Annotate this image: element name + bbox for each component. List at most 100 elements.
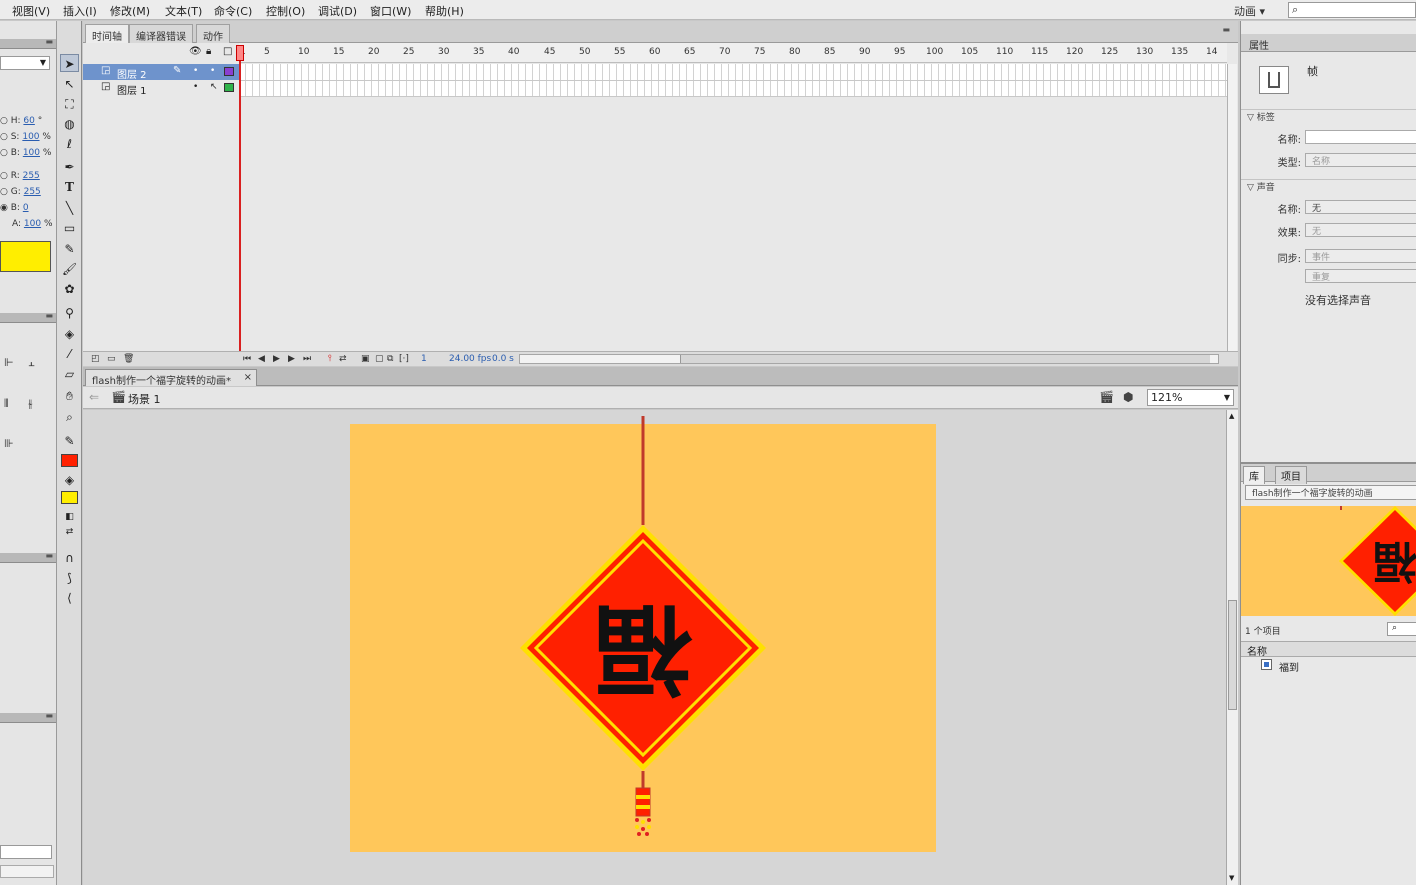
play-icon[interactable]: ▶ [273, 354, 280, 364]
panel-header[interactable]: ▬ [0, 311, 56, 323]
tab-properties[interactable]: 属性 [1249, 37, 1269, 52]
tab-actions[interactable]: 动作 [196, 24, 230, 43]
visibility-dot[interactable]: • [193, 66, 198, 76]
zoom-tool-icon[interactable]: ⌕ [60, 408, 79, 426]
layer-outline-color[interactable] [224, 83, 234, 92]
alpha-row[interactable]: A: 100 % [12, 219, 53, 229]
hand-tool-icon[interactable]: ✋︎ [60, 387, 79, 405]
repeat-dropdown[interactable]: 重复 [1305, 269, 1416, 283]
pencil-tool-icon[interactable]: ✎ [60, 240, 79, 258]
distribute-v-icon[interactable]: ⫳ [28, 397, 33, 411]
library-column-header[interactable]: 名称 [1241, 641, 1416, 658]
scene-breadcrumb[interactable]: 场景 1 [128, 391, 161, 407]
outline-all-icon[interactable]: □ [223, 46, 232, 57]
color-swatch-preview[interactable] [0, 241, 51, 272]
lasso-tool-icon[interactable]: ℓ [60, 135, 79, 153]
red-row[interactable]: ○ R: 255 [0, 171, 40, 181]
edit-multiple-frames-icon[interactable]: ⧉ [387, 354, 393, 364]
panel-menu-icon[interactable]: ▬ [1222, 25, 1230, 34]
swap-colors-icon[interactable]: ⇄ [60, 523, 79, 541]
frame-ruler[interactable]: 1 5 10 15 20 25 30 35 40 45 50 55 60 65 … [239, 43, 1227, 63]
match-size-icon[interactable]: ⊪ [4, 437, 14, 450]
edit-symbol-icon[interactable]: ⬢ [1123, 390, 1133, 404]
rectangle-tool-icon[interactable]: ▭ [60, 219, 79, 237]
layer-name[interactable]: 图层 2 [117, 66, 147, 81]
show-hide-all-icon[interactable]: 👁︎ [189, 46, 202, 57]
brightness-row[interactable]: ○ B: 100 % [0, 148, 51, 158]
center-frame-icon[interactable]: ⫯ [328, 354, 332, 364]
tab-timeline[interactable]: 时间轴 [85, 24, 129, 43]
saturation-row[interactable]: ○ S: 100 % [0, 132, 51, 142]
timeline-vertical-scrollbar[interactable] [1227, 64, 1237, 351]
section-label-header[interactable]: ▽ 标签 [1241, 109, 1416, 123]
blue-row[interactable]: ◉ B: 0 [0, 203, 29, 213]
label-type-dropdown[interactable]: 名称 [1305, 153, 1416, 167]
library-item[interactable]: 福到 [1241, 658, 1416, 674]
fill-color-swatch[interactable] [61, 491, 78, 504]
onion-outline-icon[interactable]: ▢ [375, 354, 384, 364]
menu-view[interactable]: 视图(V) [12, 3, 50, 19]
frame-grid[interactable] [239, 64, 1227, 97]
hue-row[interactable]: ○ H: 60 ° [0, 116, 42, 126]
close-icon[interactable]: × [244, 372, 252, 383]
step-back-icon[interactable]: ◀ [258, 354, 265, 364]
workspace-mode-dropdown[interactable]: 动画 ▾ [1226, 0, 1282, 19]
tab-library[interactable]: 库 [1243, 466, 1265, 484]
frame-rate[interactable]: 24.00 fps [449, 354, 491, 364]
fu-ornament[interactable]: 福 [515, 412, 771, 842]
section-sound-header[interactable]: ▽ 声音 [1241, 179, 1416, 193]
lock-dot[interactable]: • [210, 66, 215, 76]
layer-row-1[interactable]: ◲ 图层 1 • ↖ [83, 80, 239, 97]
distribute-h-icon[interactable]: ⫴ [4, 397, 9, 411]
menu-text[interactable]: 文本(T) [165, 3, 202, 19]
playhead[interactable] [236, 45, 244, 61]
menu-insert[interactable]: 插入(I) [63, 3, 97, 19]
goto-last-frame-icon[interactable]: ⏭ [303, 354, 311, 364]
visibility-dot[interactable]: • [193, 82, 198, 92]
onion-skin-icon[interactable]: ▣ [361, 354, 370, 364]
deco-tool-icon[interactable]: ✿ [60, 280, 79, 298]
bone-tool-icon[interactable]: ⚲ [60, 304, 79, 322]
menu-control[interactable]: 控制(O) [266, 3, 305, 19]
scroll-thumb[interactable] [680, 355, 1210, 363]
new-layer-icon[interactable]: ◰ [91, 354, 100, 364]
delete-layer-icon[interactable]: 🗑︎ [123, 354, 134, 364]
new-folder-icon[interactable]: ▭ [107, 354, 116, 364]
eyedropper-tool-icon[interactable]: ⁄ [60, 345, 79, 363]
color-type-dropdown[interactable]: ▼ [0, 56, 50, 70]
sync-dropdown[interactable]: 事件 [1305, 249, 1416, 263]
subselection-tool-icon[interactable]: ↖ [60, 75, 79, 93]
3d-rotation-tool-icon[interactable]: ◍ [60, 115, 79, 133]
edit-scene-icon[interactable]: 🎬︎ [1099, 390, 1114, 404]
align-bottom-icon[interactable]: ⫠ [28, 356, 35, 370]
green-row[interactable]: ○ G: 255 [0, 187, 41, 197]
color-panel-scroll[interactable] [0, 865, 54, 878]
loop-icon[interactable]: ⇄ [339, 354, 347, 364]
scroll-thumb[interactable] [1228, 600, 1237, 710]
menu-window[interactable]: 窗口(W) [370, 3, 411, 19]
menu-modify[interactable]: 修改(M) [110, 3, 150, 19]
back-arrow-icon[interactable]: ⇐ [89, 390, 99, 404]
sound-name-dropdown[interactable]: 无 [1305, 200, 1416, 214]
free-transform-tool-icon[interactable]: ⛶ [60, 95, 79, 113]
smooth-icon[interactable]: ⟆ [60, 569, 79, 587]
library-search-input[interactable]: ⌕ [1387, 622, 1416, 636]
menu-help[interactable]: 帮助(H) [425, 3, 464, 19]
layer-outline-color[interactable] [224, 67, 234, 76]
color-panel-input[interactable] [0, 845, 52, 859]
snap-magnet-icon[interactable]: ∩ [60, 549, 79, 567]
modify-markers-icon[interactable]: [·] [399, 354, 409, 364]
lock-all-icon[interactable]: 🔒︎ [206, 46, 211, 57]
help-search-input[interactable]: ⌕ [1288, 2, 1416, 18]
layer-row-2[interactable]: ◲ 图层 2 ✎ • • [83, 64, 239, 81]
menu-debug[interactable]: 调试(D) [318, 3, 357, 19]
paint-bucket-tool-icon[interactable]: ◈ [60, 325, 79, 343]
eraser-tool-icon[interactable]: ▱ [60, 365, 79, 383]
panel-header[interactable]: ▬ [0, 711, 56, 723]
label-name-input[interactable] [1305, 130, 1416, 144]
menu-commands[interactable]: 命令(C) [214, 3, 252, 19]
document-tab[interactable]: flash制作一个福字旋转的动画* × [85, 369, 257, 387]
line-tool-icon[interactable]: ╲ [60, 199, 79, 217]
effect-dropdown[interactable]: 无 [1305, 223, 1416, 237]
fill-color-icon[interactable]: ◈ [60, 471, 79, 489]
